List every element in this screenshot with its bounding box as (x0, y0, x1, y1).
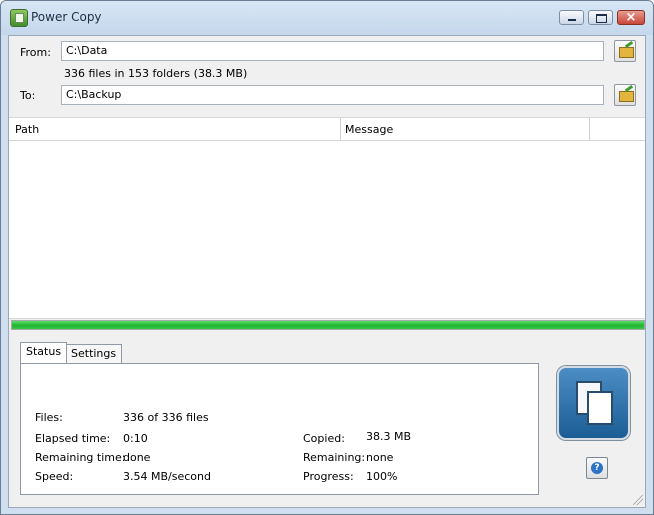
files-value: 336 of 336 files (123, 411, 209, 424)
title-bar[interactable]: Power Copy × (1, 1, 653, 35)
minimize-button[interactable] (559, 10, 584, 25)
column-divider[interactable] (340, 118, 341, 140)
from-path-field[interactable]: C:\Data (61, 41, 604, 61)
copied-value: 38.3 MB (366, 430, 412, 443)
copy-message-list[interactable]: Path Message (9, 117, 645, 319)
help-button[interactable]: ? (586, 457, 608, 479)
resize-grip-icon[interactable] (633, 495, 643, 505)
elapsed-time-value: 0:10 (123, 432, 148, 445)
from-label: From: (20, 46, 51, 59)
remaining-label: Remaining: (303, 451, 366, 464)
copy-progress-fill (12, 321, 644, 329)
start-copy-button[interactable] (557, 366, 630, 440)
progress-value: 100% (366, 470, 398, 483)
main-content: From: C:\Data 336 files in 153 folders (… (8, 35, 646, 508)
list-header: Path Message (9, 118, 645, 141)
document-copy-icon (587, 391, 613, 425)
files-label: Files: (35, 411, 63, 424)
remaining-time-value: done (123, 451, 151, 464)
copied-label: Copied: (303, 432, 345, 445)
window-title: Power Copy (31, 10, 102, 24)
elapsed-time-label: Elapsed time: (35, 432, 111, 445)
from-browse-button[interactable] (614, 40, 636, 62)
column-divider[interactable] (589, 118, 590, 140)
open-folder-icon (619, 91, 634, 102)
power-copy-window: Power Copy × From: C:\Data 336 files in … (0, 0, 654, 515)
minimize-icon (568, 19, 576, 21)
maximize-icon (596, 14, 607, 23)
app-copy-icon (10, 9, 28, 27)
speed-value: 3.54 MB/second (123, 470, 211, 483)
tab-status[interactable]: Status (20, 342, 68, 363)
open-folder-icon (619, 47, 634, 58)
remaining-value: none (366, 451, 394, 464)
tab-settings[interactable]: Settings (65, 344, 123, 363)
help-icon: ? (591, 462, 603, 474)
path-column-header[interactable]: Path (15, 123, 39, 136)
maximize-button[interactable] (588, 10, 613, 25)
close-button[interactable]: × (617, 10, 645, 25)
copy-progress-bar (11, 320, 645, 330)
message-column-header[interactable]: Message (345, 123, 393, 136)
progress-label: Progress: (303, 470, 354, 483)
to-label: To: (20, 89, 36, 102)
to-browse-button[interactable] (614, 84, 636, 106)
status-panel: Files: 336 of 336 files Elapsed time: 0:… (20, 363, 539, 495)
to-path-field[interactable]: C:\Backup (61, 85, 604, 105)
remaining-time-label: Remaining time: (35, 451, 126, 464)
speed-label: Speed: (35, 470, 74, 483)
source-summary: 336 files in 153 folders (38.3 MB) (64, 67, 248, 80)
close-icon: × (625, 10, 637, 25)
